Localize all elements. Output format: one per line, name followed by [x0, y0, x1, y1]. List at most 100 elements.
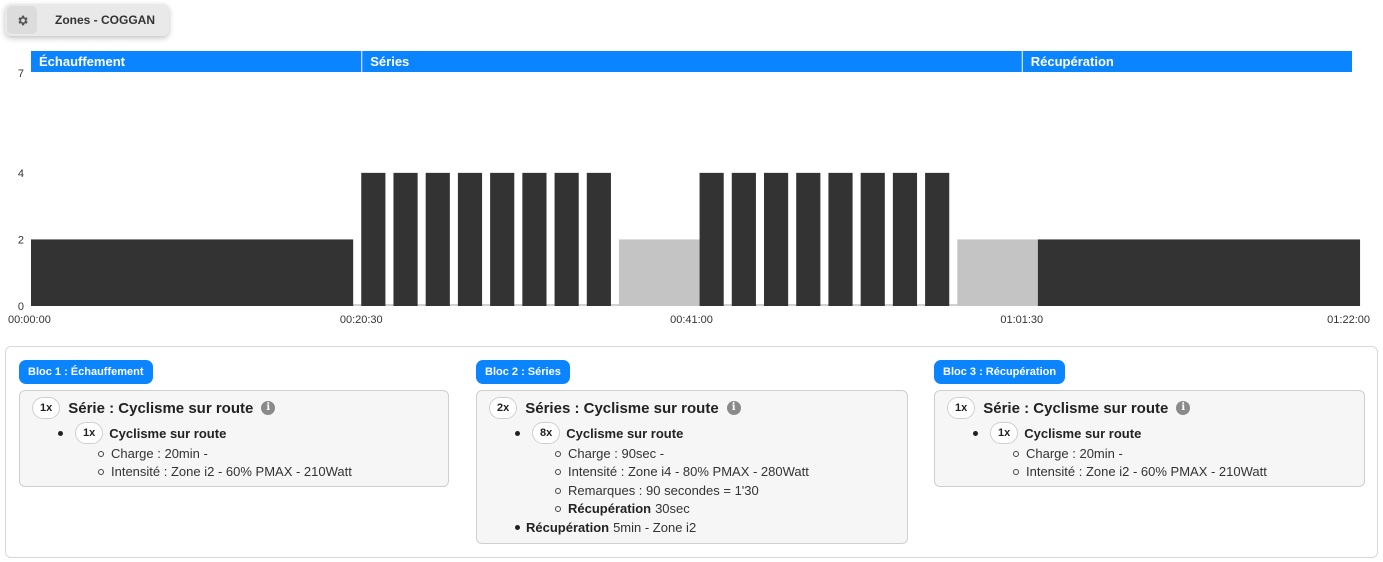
bullet-icon [515, 430, 520, 436]
detail-text: Charge : 20min - [1026, 446, 1123, 461]
bloc-3: Bloc 3 : Récupération 1x Série : Cyclism… [934, 360, 1366, 490]
bloc-card: 1x Série : Cyclisme sur route i 1x Cycli… [19, 390, 449, 487]
bar [393, 172, 418, 306]
phase-label: Récupération [1031, 54, 1114, 69]
detail-text: Intensité : Zone i4 - 80% PMAX - 280Watt [568, 464, 809, 479]
sub-multiplier: 1x [75, 422, 104, 444]
bullet-icon [555, 487, 561, 494]
sub-multiplier: 1x [990, 422, 1019, 444]
sub-title: Cyclisme sur route [1024, 425, 1142, 441]
bar [425, 172, 450, 306]
bar [860, 172, 885, 306]
serie-multiplier: 1x [32, 397, 61, 419]
footer-recuperation: Récupération 5min - Zone i2 [515, 520, 696, 535]
blocs-panel: Bloc 1 : Échauffement 1x Série : Cyclism… [5, 346, 1378, 558]
bar [31, 239, 354, 306]
bloc-badge[interactable]: Bloc 3 : Récupération [934, 360, 1066, 384]
detail-intensite: Intensité : Zone i4 - 80% PMAX - 280Watt [555, 464, 809, 479]
bar [490, 172, 515, 306]
bullet-icon [1013, 468, 1019, 475]
bar [763, 172, 789, 306]
y-tick-label: 0 [18, 301, 24, 313]
y-tick-label: 4 [18, 168, 24, 180]
serie-title: Série : Cyclisme sur route [983, 399, 1169, 417]
bar [361, 172, 386, 306]
bar [731, 172, 756, 306]
bullet-icon [1013, 450, 1019, 457]
serie-title: Série : Cyclisme sur route [68, 399, 254, 417]
bar [1037, 239, 1361, 306]
bar [586, 172, 611, 306]
bar [619, 239, 700, 306]
detail-text: Charge : 20min - [111, 446, 208, 461]
bullet-icon [555, 450, 561, 457]
x-tick-label: 01:22:00 [1327, 314, 1370, 326]
info-icon[interactable]: i [1176, 401, 1191, 415]
bloc-1: Bloc 1 : Échauffement 1x Série : Cyclism… [19, 360, 451, 490]
info-icon[interactable]: i [261, 401, 276, 415]
bar [522, 172, 547, 306]
x-tick-label: 00:20:30 [340, 314, 383, 326]
bloc-2: Bloc 2 : Séries 2x Séries : Cyclisme sur… [476, 360, 910, 546]
x-tick-label: 00:41:00 [670, 314, 713, 326]
bar [828, 172, 853, 306]
detail-intensite: Intensité : Zone i2 - 60% PMAX - 210Watt [98, 464, 352, 479]
serie-line: 1x Série : Cyclisme sur route i [947, 397, 1191, 419]
workout-chart: Échauffement Séries Récupération 0 2 4 7 00:00:… [8, 51, 1370, 326]
detail-charge: Charge : 20min - [98, 446, 208, 461]
serie-multiplier: 1x [947, 397, 976, 419]
bar [457, 172, 483, 306]
bullet-icon [98, 450, 104, 457]
info-icon[interactable]: i [726, 401, 741, 415]
y-tick-label: 7 [18, 68, 24, 80]
bloc-badge[interactable]: Bloc 2 : Séries [476, 360, 570, 384]
serie-title: Séries : Cyclisme sur route [525, 399, 719, 417]
bar [699, 172, 724, 306]
detail-intensite: Intensité : Zone i2 - 60% PMAX - 210Watt [1013, 464, 1267, 479]
y-tick-label: 2 [18, 234, 24, 246]
bar [796, 172, 821, 306]
sub-multiplier: 8x [532, 422, 561, 444]
bar [925, 172, 950, 306]
detail-text: Intensité : Zone i2 - 60% PMAX - 210Watt [1026, 464, 1267, 479]
x-tick-label: 00:00:00 [8, 314, 51, 326]
phase-label: Séries [370, 54, 409, 69]
bloc-card: 2x Séries : Cyclisme sur route i 8x Cycl… [476, 390, 908, 544]
sub-exercise: 8x Cyclisme sur route [515, 422, 683, 444]
sub-title: Cyclisme sur route [566, 425, 684, 441]
bullet-icon [58, 430, 63, 436]
bloc-badge[interactable]: Bloc 1 : Échauffement [19, 360, 153, 384]
bloc-card: 1x Série : Cyclisme sur route i 1x Cycli… [934, 390, 1365, 487]
detail-text: Charge : 90sec - [568, 446, 665, 461]
bullet-icon [555, 468, 561, 475]
serie-line: 1x Série : Cyclisme sur route i [32, 397, 276, 419]
sub-exercise: 1x Cyclisme sur route [58, 422, 226, 444]
detail-text: Remarques : 90 secondes = 1'30 [568, 483, 759, 498]
bar [957, 239, 1038, 306]
phase-header [362, 51, 1022, 72]
bar [554, 172, 579, 306]
footer-text: 5min - Zone i2 [613, 520, 697, 535]
serie-multiplier: 2x [489, 397, 518, 419]
detail-text: 30sec [655, 501, 690, 516]
serie-line: 2x Séries : Cyclisme sur route i [489, 397, 741, 419]
phase-label: Échauffement [39, 54, 126, 69]
bullet-icon [973, 430, 978, 436]
bullet-icon [515, 525, 520, 530]
x-tick-label: 01:01:30 [1000, 314, 1043, 326]
detail-charge: Charge : 90sec - [555, 446, 664, 461]
gear-icon [7, 6, 37, 34]
detail-text: Intensité : Zone i2 - 60% PMAX - 210Watt [111, 464, 352, 479]
sub-exercise: 1x Cyclisme sur route [973, 422, 1141, 444]
detail-label: Récupération [568, 501, 652, 516]
bullet-icon [98, 468, 104, 475]
bar [892, 172, 918, 306]
footer-label: Récupération [526, 520, 610, 535]
detail-recuperation: Récupération 30sec [555, 501, 690, 516]
bullet-icon [555, 505, 561, 512]
detail-remarques: Remarques : 90 secondes = 1'30 [555, 483, 759, 498]
zones-button[interactable]: Zones - COGGAN [5, 4, 169, 36]
detail-charge: Charge : 20min - [1013, 446, 1123, 461]
sub-title: Cyclisme sur route [109, 425, 227, 441]
zones-button-label: Zones - COGGAN [55, 13, 156, 27]
